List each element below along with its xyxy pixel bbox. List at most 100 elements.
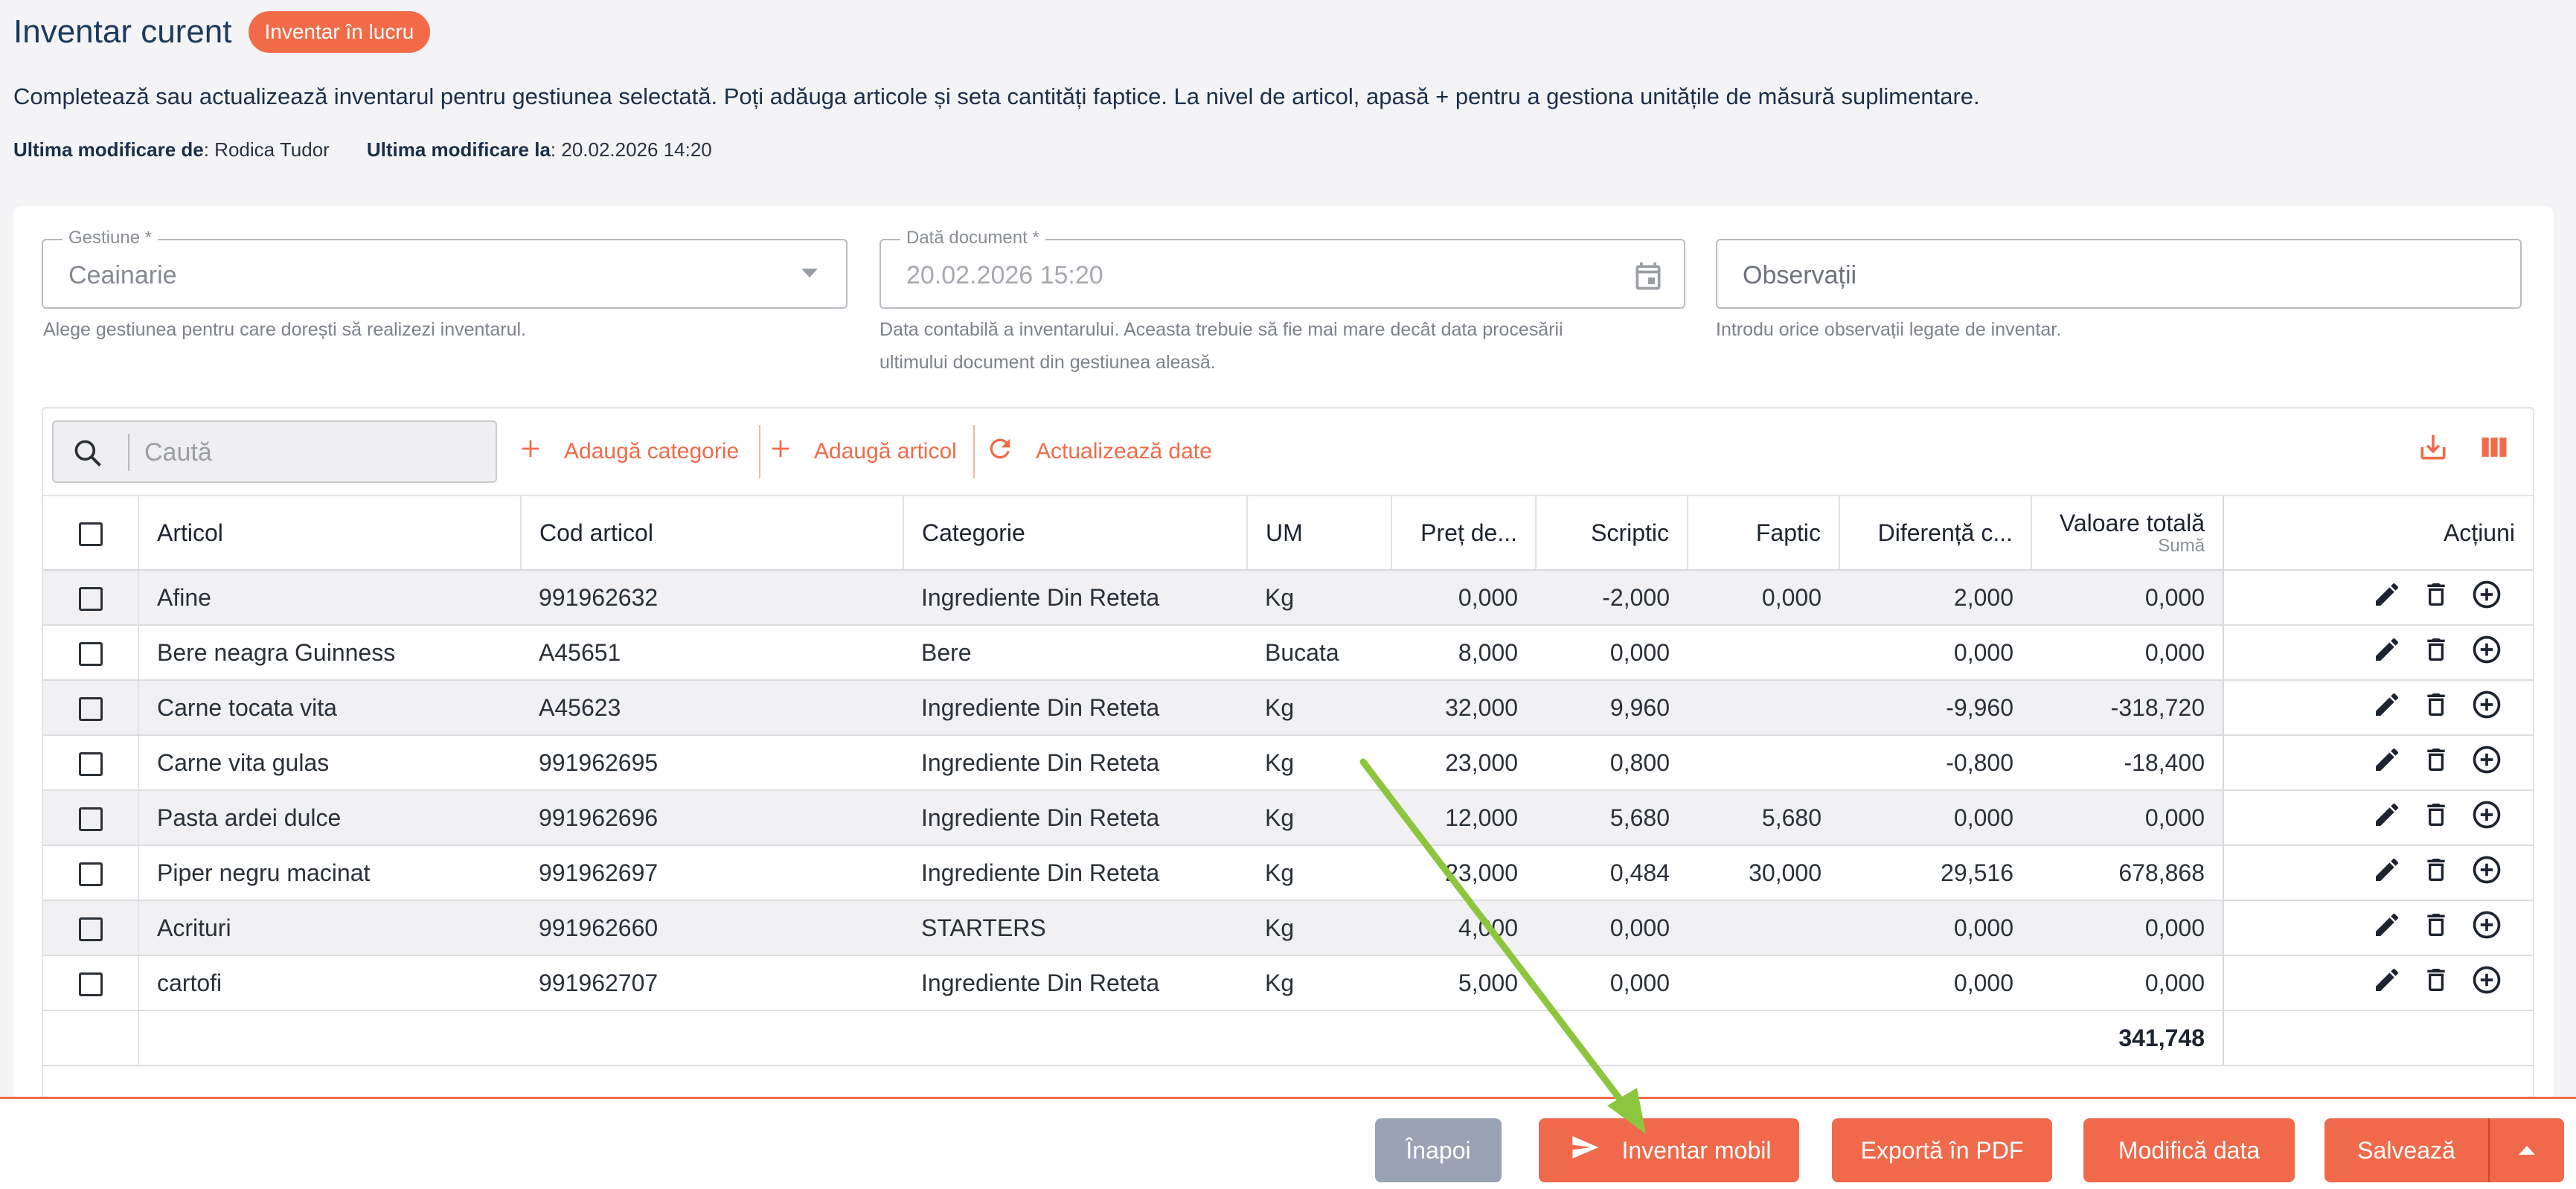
column-header-cod[interactable]: Cod articol <box>521 495 904 571</box>
add-circle-icon[interactable] <box>2470 743 2503 782</box>
save-split-button: Salvează <box>2325 1118 2564 1182</box>
column-header-pret[interactable]: Preț de... <box>1391 495 1537 571</box>
observatii-input[interactable]: Observații <box>1716 239 2522 309</box>
table-row[interactable]: Afine 991962632 Ingrediente Din Reteta Kg 0,… <box>43 570 2533 626</box>
row-checkbox[interactable] <box>78 642 103 667</box>
column-header-scriptic[interactable]: Scriptic <box>1536 495 1688 571</box>
delete-icon[interactable] <box>2421 635 2451 670</box>
table-header-row: Articol Cod articol Categorie UM Preț de… <box>43 495 2533 571</box>
cell-diferenta: 0,000 <box>1839 900 2031 956</box>
table-row[interactable]: Bere neagra Guinness A45651 Bere Bucata 8,00… <box>43 625 2533 681</box>
search-input[interactable]: Caută <box>52 420 497 483</box>
mobile-inventory-button[interactable]: Inventar mobil <box>1539 1118 1799 1182</box>
inventory-table: Articol Cod articol Categorie UM Preț de… <box>43 495 2533 1066</box>
action-footer: Înapoi Inventar mobil Exportă în PDF Mod… <box>0 1097 2576 1189</box>
row-checkbox[interactable] <box>78 587 103 612</box>
table-row[interactable]: cartofi 991962707 Ingrediente Din Reteta Kg… <box>43 955 2533 1011</box>
cell-faptic[interactable]: 30,000 <box>1688 845 1839 901</box>
cell-articol: Acrituri <box>138 900 521 956</box>
cell-faptic[interactable]: 0,000 <box>1688 570 1839 626</box>
cell-faptic[interactable] <box>1688 735 1839 791</box>
row-checkbox[interactable] <box>78 752 103 777</box>
add-category-button[interactable]: Adaugă categorie <box>519 426 739 477</box>
edit-icon[interactable] <box>2372 690 2402 725</box>
calendar-icon[interactable] <box>1632 260 1665 296</box>
row-actions <box>2223 900 2533 956</box>
edit-icon[interactable] <box>2372 855 2402 891</box>
edit-icon[interactable] <box>2372 635 2402 670</box>
columns-icon[interactable] <box>2478 431 2511 467</box>
gestiune-select[interactable]: Gestiune * Ceainarie <box>42 228 848 309</box>
row-checkbox[interactable] <box>78 972 103 997</box>
row-actions <box>2223 735 2533 791</box>
refresh-data-button[interactable]: Actualizează date <box>985 426 1212 477</box>
cell-categorie: STARTERS <box>903 900 1247 956</box>
select-all-checkbox[interactable] <box>78 522 103 547</box>
inventory-card: Gestiune * Ceainarie Alege gestiunea pen… <box>13 206 2554 1189</box>
cell-faptic[interactable] <box>1688 625 1839 681</box>
row-checkbox[interactable] <box>78 807 103 832</box>
row-checkbox[interactable] <box>78 862 103 887</box>
back-button[interactable]: Înapoi <box>1375 1118 1502 1182</box>
column-header-valoare[interactable]: Valoare totală Sumă <box>2031 495 2223 571</box>
delete-icon[interactable] <box>2421 910 2451 946</box>
table-row[interactable]: Pasta ardei dulce 991962696 Ingrediente Di… <box>43 790 2533 846</box>
column-header-faptic[interactable]: Faptic <box>1688 495 1840 571</box>
row-checkbox[interactable] <box>78 697 103 722</box>
cell-valoare: -18,400 <box>2031 735 2223 791</box>
cell-faptic[interactable] <box>1688 900 1839 956</box>
edit-icon[interactable] <box>2372 910 2402 946</box>
cell-pret: 32,000 <box>1391 680 1536 736</box>
edit-icon[interactable] <box>2372 745 2402 781</box>
change-date-button[interactable]: Modifică data <box>2083 1118 2295 1182</box>
cell-pret: 23,000 <box>1391 845 1536 901</box>
cell-um: Kg <box>1247 680 1391 736</box>
edit-icon[interactable] <box>2372 965 2402 1001</box>
cell-faptic[interactable] <box>1688 680 1839 736</box>
delete-icon[interactable] <box>2421 855 2451 891</box>
table-row[interactable]: Carne tocata vita A45623 Ingrediente Din R… <box>43 680 2533 736</box>
modification-meta: Ultima modificare de: Rodica Tudor Ultim… <box>13 138 2558 161</box>
cell-faptic[interactable] <box>1688 955 1839 1011</box>
cell-cod: A45623 <box>521 680 903 736</box>
last-modified-at: Ultima modificare la: 20.02.2026 14:20 <box>366 138 712 161</box>
column-header-articol[interactable]: Articol <box>138 495 522 571</box>
download-icon[interactable] <box>2417 431 2450 467</box>
select-all-checkbox-cell[interactable] <box>43 495 139 571</box>
delete-icon[interactable] <box>2421 965 2451 1001</box>
table-row[interactable]: Carne vita gulas 991962695 Ingrediente Din… <box>43 735 2533 791</box>
add-circle-icon[interactable] <box>2470 964 2503 1002</box>
cell-valoare: -318,720 <box>2031 680 2223 736</box>
edit-icon[interactable] <box>2372 800 2402 836</box>
edit-icon[interactable] <box>2372 580 2402 615</box>
add-circle-icon[interactable] <box>2470 853 2503 892</box>
total-value: 341,748 <box>2031 1010 2223 1066</box>
data-document-field[interactable]: Dată document * 20.02.2026 15:20 <box>880 228 1685 309</box>
cell-scriptic: 9,960 <box>1536 680 1688 736</box>
delete-icon[interactable] <box>2421 690 2451 725</box>
column-header-um[interactable]: UM <box>1247 495 1392 571</box>
table-row[interactable]: Piper negru macinat 991962697 Ingrediente … <box>43 845 2533 901</box>
row-actions <box>2223 625 2533 681</box>
add-circle-icon[interactable] <box>2470 633 2503 672</box>
table-row[interactable]: Acrituri 991962660 STARTERS Kg 4,000 0,000 0,0… <box>43 900 2533 956</box>
save-button[interactable]: Salvează <box>2325 1137 2488 1164</box>
add-circle-icon[interactable] <box>2470 578 2503 617</box>
chevron-up-icon[interactable] <box>2490 1118 2564 1182</box>
observatii-helper: Introdu orice observații legate de inven… <box>1716 319 2062 340</box>
column-header-categorie[interactable]: Categorie <box>903 495 1248 571</box>
chevron-down-icon[interactable] <box>800 266 819 284</box>
delete-icon[interactable] <box>2421 800 2451 836</box>
add-article-button[interactable]: Adaugă articol <box>769 426 957 477</box>
last-modified-by: Ultima modificare de: Rodica Tudor <box>13 138 330 161</box>
delete-icon[interactable] <box>2421 580 2451 615</box>
cell-faptic[interactable]: 5,680 <box>1688 790 1839 846</box>
column-header-diferenta[interactable]: Diferență c... <box>1839 495 2032 571</box>
add-circle-icon[interactable] <box>2470 688 2503 727</box>
cell-cod: 991962697 <box>521 845 903 901</box>
row-checkbox[interactable] <box>78 917 103 942</box>
delete-icon[interactable] <box>2421 745 2451 781</box>
add-circle-icon[interactable] <box>2470 908 2503 947</box>
add-circle-icon[interactable] <box>2470 798 2503 837</box>
export-pdf-button[interactable]: Exportă în PDF <box>1832 1118 2052 1182</box>
